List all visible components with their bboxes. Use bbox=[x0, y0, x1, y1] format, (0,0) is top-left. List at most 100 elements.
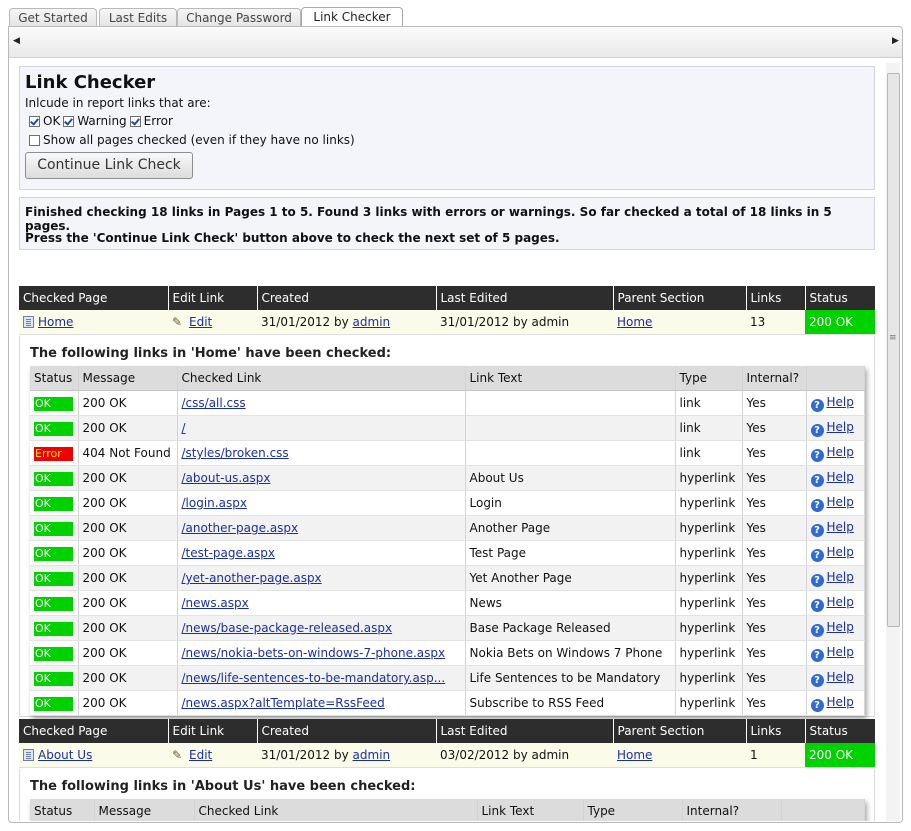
checked-link[interactable]: /another-page.aspx bbox=[182, 521, 299, 535]
help-link[interactable]: Help bbox=[827, 670, 854, 684]
help-icon[interactable]: ? bbox=[810, 698, 824, 712]
help-link[interactable]: Help bbox=[827, 420, 854, 434]
help-link[interactable]: Help bbox=[827, 695, 854, 709]
help-icon[interactable]: ? bbox=[810, 498, 824, 512]
help-link[interactable]: Help bbox=[827, 495, 854, 509]
header-links: Links bbox=[746, 719, 806, 743]
link-row: OK 200 OK/news/life-sentences-to-be-manda… bbox=[30, 665, 865, 691]
created-by-word: by bbox=[334, 315, 349, 329]
checked-link[interactable]: /styles/broken.css bbox=[182, 446, 289, 460]
header-parent-section: Parent Section bbox=[613, 719, 747, 743]
checked-link[interactable]: /about-us.aspx bbox=[182, 471, 271, 485]
link-internal-cell: Yes bbox=[742, 515, 807, 541]
parent-section-link[interactable]: Home bbox=[617, 748, 652, 762]
help-icon[interactable]: ? bbox=[810, 473, 824, 487]
header-message: Message bbox=[94, 799, 195, 821]
scroll-left-icon[interactable]: ◀ bbox=[13, 36, 20, 46]
help-link[interactable]: Help bbox=[827, 445, 854, 459]
edit-link[interactable]: Edit bbox=[189, 748, 212, 762]
link-text-cell bbox=[465, 415, 676, 441]
error-checkbox[interactable] bbox=[129, 115, 141, 127]
help-link[interactable]: Help bbox=[827, 545, 854, 559]
header-help bbox=[781, 799, 865, 821]
edit-link[interactable]: Edit bbox=[189, 315, 212, 329]
help-link[interactable]: Help bbox=[827, 645, 854, 659]
checked-link[interactable]: /news/base-package-released.aspx bbox=[182, 621, 393, 635]
scrollbar-grip-icon: ≡ bbox=[889, 333, 897, 343]
continue-link-check-button[interactable]: Continue Link Check bbox=[25, 152, 193, 179]
ok-checkbox[interactable] bbox=[29, 115, 40, 127]
link-message-cell: 200 OK bbox=[78, 590, 178, 616]
tab-change-password[interactable]: Change Password bbox=[177, 8, 301, 27]
link-text-cell: News bbox=[465, 590, 676, 616]
checked-link[interactable]: /test-page.aspx bbox=[182, 546, 276, 560]
help-icon[interactable]: ? bbox=[810, 623, 824, 637]
show-all-checkbox[interactable] bbox=[29, 134, 40, 146]
link-message-cell: 200 OK bbox=[78, 515, 178, 541]
horizontal-scrollbar[interactable]: ◀ ▶ bbox=[9, 27, 902, 58]
warning-checkbox[interactable] bbox=[63, 115, 75, 127]
link-type-cell: hyperlink bbox=[675, 490, 743, 516]
help-cell: ? Help bbox=[806, 490, 865, 516]
header-link-text: Link Text bbox=[477, 799, 584, 821]
link-status-cell: OK bbox=[30, 465, 79, 491]
link-type-cell: hyperlink bbox=[675, 515, 743, 541]
link-checker-options-panel: Link Checker Inlcude in report links tha… bbox=[19, 66, 875, 190]
checked-link[interactable]: /news.aspx?altTemplate=RssFeed bbox=[182, 696, 385, 710]
page-table-about-us: Checked Page Edit Link Created Last Edit… bbox=[19, 719, 875, 768]
link-text-cell bbox=[465, 440, 676, 466]
checked-page-link[interactable]: Home bbox=[38, 315, 73, 329]
help-icon[interactable]: ? bbox=[810, 398, 824, 412]
status-badge: OK bbox=[34, 421, 73, 436]
link-internal-cell: Yes bbox=[742, 465, 807, 491]
checked-link[interactable]: /login.aspx bbox=[182, 496, 247, 510]
help-link[interactable]: Help bbox=[827, 595, 854, 609]
tab-get-started[interactable]: Get Started bbox=[9, 8, 97, 27]
help-link[interactable]: Help bbox=[827, 620, 854, 634]
header-message: Message bbox=[78, 366, 178, 391]
checked-link[interactable]: /news.aspx bbox=[182, 596, 249, 610]
header-internal: Internal? bbox=[682, 799, 782, 821]
help-cell: ? Help bbox=[806, 465, 865, 491]
link-message-cell: 200 OK bbox=[78, 415, 178, 441]
tab-link-checker[interactable]: Link Checker bbox=[301, 7, 403, 28]
link-text-cell: Base Package Released bbox=[465, 615, 676, 641]
link-status-cell: OK bbox=[30, 415, 79, 441]
status-badge: OK bbox=[34, 696, 73, 711]
page-status-cell: 200 OK bbox=[805, 743, 875, 768]
checked-link-cell: /news/base-package-released.aspx bbox=[177, 615, 466, 641]
help-icon[interactable]: ? bbox=[810, 423, 824, 437]
help-icon[interactable]: ? bbox=[810, 673, 824, 687]
checked-link[interactable]: /css/all.css bbox=[182, 396, 246, 410]
header-checked-page: Checked Page bbox=[19, 719, 169, 743]
help-icon[interactable]: ? bbox=[810, 448, 824, 462]
help-icon[interactable]: ? bbox=[810, 648, 824, 662]
help-link[interactable]: Help bbox=[827, 470, 854, 484]
last-edited-cell: 03/02/2012 by admin bbox=[436, 743, 613, 768]
help-icon[interactable]: ? bbox=[810, 523, 824, 537]
help-link[interactable]: Help bbox=[827, 570, 854, 584]
header-checked-link: Checked Link bbox=[194, 799, 478, 821]
tab-panel: ◀ ▶ ≡ Link Checker Inlcude in report lin… bbox=[8, 26, 903, 823]
help-link[interactable]: Help bbox=[827, 520, 854, 534]
help-link[interactable]: Help bbox=[827, 395, 854, 409]
link-text-cell: Yet Another Page bbox=[465, 565, 676, 591]
checked-link[interactable]: /news/life-sentences-to-be-mandatory.asp… bbox=[182, 671, 446, 685]
created-by-link[interactable]: admin bbox=[353, 315, 391, 329]
link-text-cell: Another Page bbox=[465, 515, 676, 541]
checked-page-link[interactable]: About Us bbox=[38, 748, 92, 762]
help-icon[interactable]: ? bbox=[810, 598, 824, 612]
checked-link[interactable]: /yet-another-page.aspx bbox=[182, 571, 322, 585]
parent-section-link[interactable]: Home bbox=[617, 315, 652, 329]
checked-link[interactable]: / bbox=[182, 421, 186, 435]
vertical-scrollbar[interactable]: ≡ bbox=[886, 63, 900, 821]
checked-link-cell: /news/nokia-bets-on-windows-7-phone.aspx bbox=[177, 640, 466, 666]
tab-last-edits[interactable]: Last Edits bbox=[99, 8, 177, 27]
help-icon[interactable]: ? bbox=[810, 548, 824, 562]
link-internal-cell: Yes bbox=[742, 640, 807, 666]
scrollbar-thumb[interactable] bbox=[887, 73, 900, 627]
checked-link[interactable]: /news/nokia-bets-on-windows-7-phone.aspx bbox=[182, 646, 446, 660]
help-icon[interactable]: ? bbox=[810, 573, 824, 587]
created-by-link[interactable]: admin bbox=[353, 748, 391, 762]
scroll-right-icon[interactable]: ▶ bbox=[892, 36, 899, 46]
